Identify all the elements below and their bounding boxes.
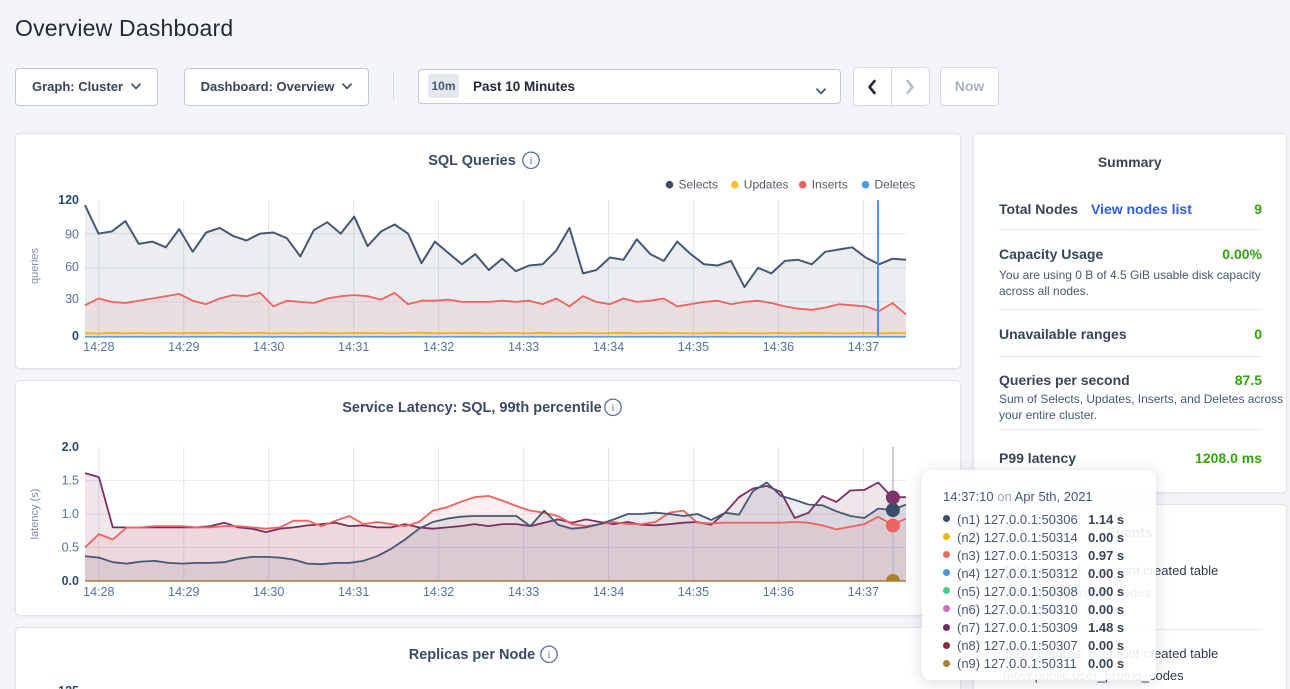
svg-text:14:35: 14:35 xyxy=(678,340,709,354)
svg-text:60: 60 xyxy=(65,260,79,274)
svg-text:14:29: 14:29 xyxy=(168,585,199,599)
svg-text:0.0: 0.0 xyxy=(62,574,79,588)
svg-text:14:37: 14:37 xyxy=(848,340,879,354)
svg-text:14:37: 14:37 xyxy=(848,585,879,599)
svg-text:120: 120 xyxy=(58,193,79,207)
svg-text:30: 30 xyxy=(65,292,79,306)
svg-text:14:35: 14:35 xyxy=(678,585,709,599)
svg-text:90: 90 xyxy=(65,228,79,242)
svg-text:14:30: 14:30 xyxy=(253,585,284,599)
svg-text:14:33: 14:33 xyxy=(508,585,539,599)
svg-text:14:34: 14:34 xyxy=(593,340,624,354)
svg-text:14:36: 14:36 xyxy=(763,340,794,354)
svg-text:14:33: 14:33 xyxy=(508,340,539,354)
svg-text:i: i xyxy=(547,649,550,661)
svg-text:2.0: 2.0 xyxy=(62,440,79,454)
svg-text:latency (s): latency (s) xyxy=(29,489,41,540)
svg-text:14:36: 14:36 xyxy=(763,585,794,599)
svg-text:0.5: 0.5 xyxy=(62,541,79,555)
svg-text:14:32: 14:32 xyxy=(423,340,454,354)
svg-text:queries: queries xyxy=(29,247,41,284)
svg-text:i: i xyxy=(611,402,614,414)
svg-text:125: 125 xyxy=(58,684,79,689)
svg-text:14:28: 14:28 xyxy=(83,585,114,599)
svg-text:Updates: Updates xyxy=(744,178,789,192)
svg-text:Selects: Selects xyxy=(679,178,718,192)
svg-text:14:28: 14:28 xyxy=(83,340,114,354)
svg-text:Service Latency: SQL, 99th per: Service Latency: SQL, 99th percentile xyxy=(342,400,602,416)
svg-text:14:29: 14:29 xyxy=(168,340,199,354)
svg-text:i: i xyxy=(529,155,532,167)
svg-text:1.5: 1.5 xyxy=(62,474,79,488)
svg-text:14:34: 14:34 xyxy=(593,585,624,599)
svg-text:0: 0 xyxy=(72,329,79,343)
svg-text:14:30: 14:30 xyxy=(253,340,284,354)
svg-text:14:31: 14:31 xyxy=(338,340,369,354)
svg-text:Replicas per Node: Replicas per Node xyxy=(409,647,536,663)
svg-text:14:32: 14:32 xyxy=(423,585,454,599)
svg-text:Inserts: Inserts xyxy=(812,178,848,192)
svg-text:SQL Queries: SQL Queries xyxy=(428,153,516,169)
svg-text:14:31: 14:31 xyxy=(338,585,369,599)
svg-text:Deletes: Deletes xyxy=(875,178,916,192)
svg-text:1.0: 1.0 xyxy=(62,507,79,521)
